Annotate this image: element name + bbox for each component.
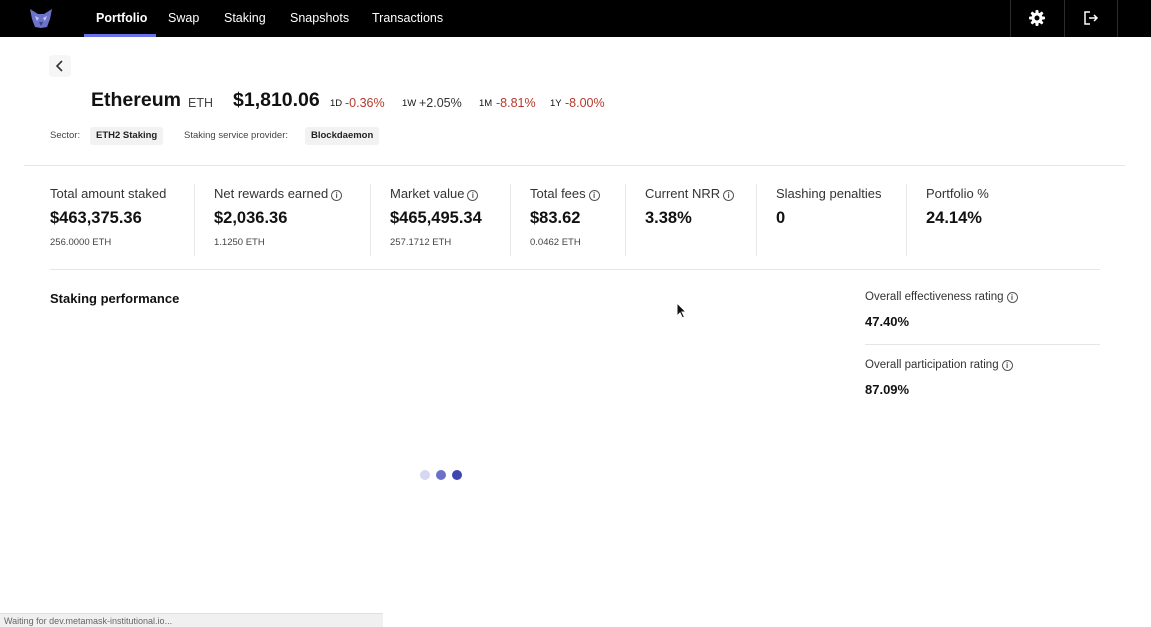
stat-label: Portfolio % xyxy=(926,186,989,201)
change-value-1y: -8.00% xyxy=(565,96,605,110)
nav-staking[interactable]: Staking xyxy=(224,0,266,37)
asset-name: Ethereum xyxy=(91,89,181,111)
change-value-1m: -8.81% xyxy=(496,96,536,110)
back-button[interactable] xyxy=(49,55,71,77)
stat-divider xyxy=(194,184,195,256)
nav-divider xyxy=(1064,0,1065,37)
info-icon[interactable]: i xyxy=(467,190,479,201)
stat-value: $465,495.34 xyxy=(390,209,482,227)
loading-dot xyxy=(436,470,446,480)
participation-label: Overall participation rating i xyxy=(865,359,1013,371)
stat-label: Market value i xyxy=(390,186,479,201)
chevron-left-icon xyxy=(55,60,63,72)
nav-divider xyxy=(1117,0,1118,37)
change-value-1d: -0.36% xyxy=(345,96,385,110)
gear-icon[interactable] xyxy=(1028,9,1046,27)
change-period-1w: 1W xyxy=(402,98,417,109)
mouse-cursor-icon xyxy=(676,302,688,319)
info-icon[interactable]: i xyxy=(723,190,735,201)
sector-tag: ETH2 Staking xyxy=(90,127,164,145)
stat-sub: 0.0462 ETH xyxy=(530,237,581,248)
nav-divider xyxy=(1010,0,1011,37)
stat-value: $463,375.36 xyxy=(50,209,142,227)
stat-label: Total amount staked xyxy=(50,186,167,201)
stat-divider xyxy=(510,184,511,256)
active-tab-indicator xyxy=(84,34,156,37)
change-period-1y: 1Y xyxy=(550,98,562,109)
stat-divider xyxy=(370,184,371,256)
loading-dot xyxy=(452,470,462,480)
provider-tag: Blockdaemon xyxy=(305,127,380,145)
participation-value: 87.09% xyxy=(865,382,910,397)
stat-value: $2,036.36 xyxy=(214,209,288,227)
stat-sub: 257.1712 ETH xyxy=(390,237,452,248)
stat-sub: 256.0000 ETH xyxy=(50,237,112,248)
stat-label: Slashing penalties xyxy=(776,186,882,201)
header-divider xyxy=(24,165,1125,166)
stat-divider xyxy=(756,184,757,256)
stats-divider xyxy=(50,269,1100,270)
sector-label: Sector: xyxy=(50,130,81,141)
top-nav-bar: Portfolio Swap Staking Snapshots Transac… xyxy=(0,0,1151,37)
info-icon[interactable]: i xyxy=(588,190,600,201)
stat-label: Current NRR i xyxy=(645,186,735,201)
rating-divider xyxy=(865,344,1100,345)
nav-snapshots[interactable]: Snapshots xyxy=(290,0,349,37)
effectiveness-value: 47.40% xyxy=(865,314,910,329)
asset-symbol: ETH xyxy=(188,96,213,110)
info-icon[interactable]: i xyxy=(1006,292,1018,303)
stat-divider xyxy=(625,184,626,256)
stat-value: $83.62 xyxy=(530,209,581,227)
provider-label: Staking service provider: xyxy=(184,130,289,141)
fox-logo-icon[interactable] xyxy=(29,7,53,29)
stat-divider xyxy=(906,184,907,256)
info-icon[interactable]: i xyxy=(1001,360,1013,371)
stat-value: 0 xyxy=(776,209,786,227)
browser-status-bar: Waiting for dev.metamask-institutional.i… xyxy=(0,613,383,627)
change-value-1w: +2.05% xyxy=(419,96,462,110)
asset-price: $1,810.06 xyxy=(233,89,320,111)
change-period-1m: 1M xyxy=(479,98,493,109)
stat-label: Total fees i xyxy=(530,186,600,201)
nav-swap[interactable]: Swap xyxy=(168,0,199,37)
info-icon[interactable]: i xyxy=(331,190,343,201)
nav-portfolio[interactable]: Portfolio xyxy=(96,0,147,37)
stat-sub: 1.1250 ETH xyxy=(214,237,265,248)
change-period-1d: 1D xyxy=(330,98,343,109)
section-title: Staking performance xyxy=(50,291,180,306)
effectiveness-label: Overall effectiveness rating i xyxy=(865,291,1018,303)
nav-transactions[interactable]: Transactions xyxy=(372,0,443,37)
logout-icon[interactable] xyxy=(1082,9,1100,27)
stat-value: 24.14% xyxy=(926,209,982,227)
stat-value: 3.38% xyxy=(645,209,692,227)
stat-label: Net rewards earned i xyxy=(214,186,343,201)
loading-dot xyxy=(420,470,430,480)
